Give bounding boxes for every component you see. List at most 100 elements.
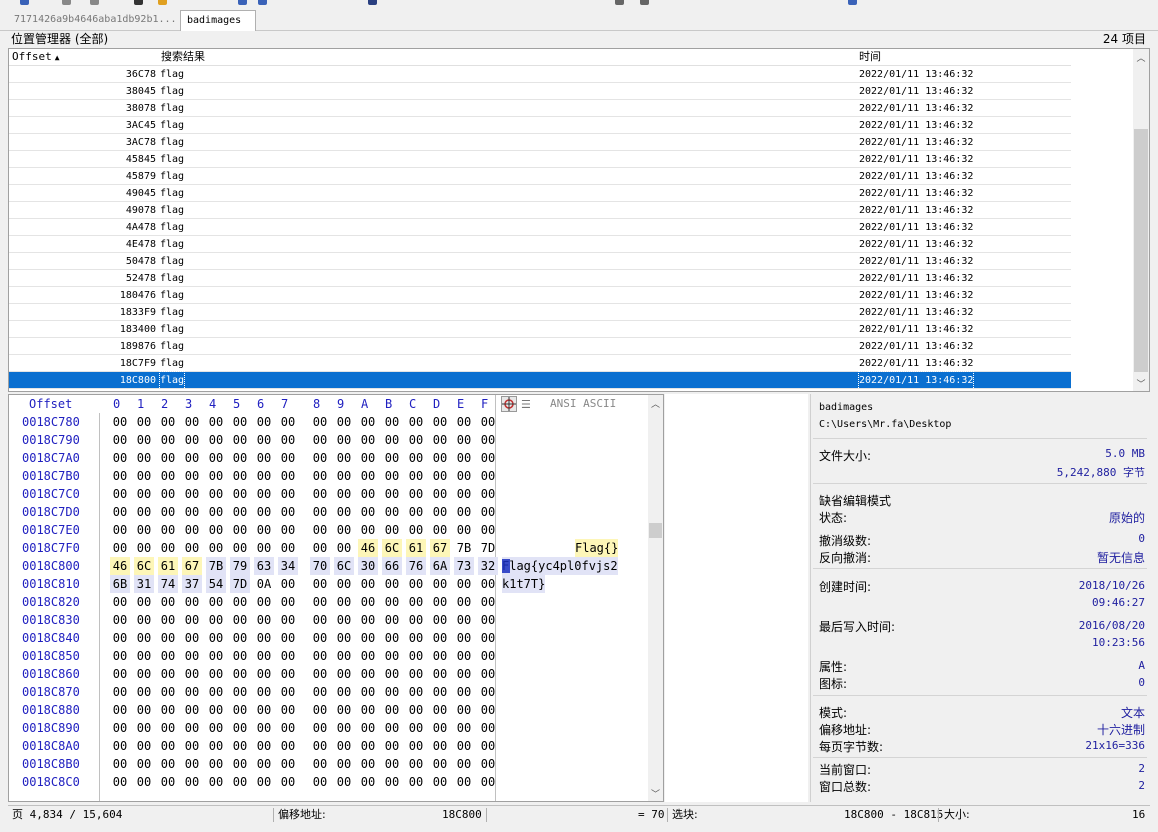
hex-byte[interactable]: 00	[230, 521, 250, 539]
hex-byte[interactable]: 00	[254, 485, 274, 503]
hex-byte[interactable]: 00	[406, 719, 426, 737]
hex-byte[interactable]: 00	[454, 701, 474, 719]
hex-byte[interactable]: 00	[358, 413, 378, 431]
hex-byte[interactable]: 30	[358, 557, 378, 575]
hex-byte[interactable]: 00	[334, 611, 354, 629]
hex-byte[interactable]: 00	[158, 773, 178, 791]
hex-byte[interactable]: 00	[406, 773, 426, 791]
hex-byte[interactable]: 00	[382, 485, 402, 503]
ascii-text[interactable]: Flag{}	[575, 539, 619, 557]
scrollbar-thumb[interactable]	[1134, 129, 1148, 372]
toolbar-icon[interactable]	[848, 0, 857, 5]
hex-byte[interactable]: 00	[278, 413, 298, 431]
hex-byte[interactable]: 00	[334, 629, 354, 647]
hex-byte[interactable]: 00	[254, 701, 274, 719]
hex-byte[interactable]: 00	[278, 647, 298, 665]
hex-byte[interactable]: 32	[478, 557, 498, 575]
hex-byte[interactable]: 00	[430, 449, 450, 467]
hex-byte[interactable]: 00	[134, 701, 154, 719]
toolbar-icon[interactable]	[62, 0, 71, 5]
hex-byte[interactable]: 00	[358, 737, 378, 755]
hex-byte[interactable]: 00	[358, 449, 378, 467]
hex-byte[interactable]: 00	[478, 647, 498, 665]
hex-byte[interactable]: 00	[206, 647, 226, 665]
hex-byte[interactable]: 00	[406, 449, 426, 467]
hex-byte[interactable]: 00	[254, 647, 274, 665]
hex-byte[interactable]: 00	[182, 521, 202, 539]
hex-byte[interactable]: 00	[158, 485, 178, 503]
hex-byte[interactable]: 00	[310, 413, 330, 431]
hex-byte[interactable]: 00	[206, 773, 226, 791]
hex-byte[interactable]: 00	[310, 593, 330, 611]
hex-byte[interactable]: 00	[158, 539, 178, 557]
hex-byte[interactable]: 00	[278, 665, 298, 683]
hex-byte[interactable]: 00	[334, 467, 354, 485]
hex-byte[interactable]: 00	[430, 485, 450, 503]
hex-byte[interactable]: 0A	[254, 575, 274, 593]
hex-byte[interactable]: 00	[430, 413, 450, 431]
hex-byte[interactable]: 00	[110, 467, 130, 485]
hex-byte[interactable]: 00	[310, 539, 330, 557]
hex-byte[interactable]: 00	[478, 431, 498, 449]
hex-byte[interactable]: 00	[310, 665, 330, 683]
hex-byte[interactable]: 00	[454, 719, 474, 737]
hex-byte[interactable]: 00	[254, 539, 274, 557]
hex-byte[interactable]: 00	[358, 503, 378, 521]
hex-byte[interactable]: 00	[158, 503, 178, 521]
hex-byte[interactable]: 00	[134, 485, 154, 503]
hex-byte[interactable]: 00	[406, 647, 426, 665]
hex-byte[interactable]: 00	[182, 611, 202, 629]
hex-byte[interactable]: 00	[478, 665, 498, 683]
hex-byte[interactable]: 00	[478, 521, 498, 539]
hex-byte[interactable]: 00	[110, 629, 130, 647]
hex-byte[interactable]: 6B	[110, 575, 130, 593]
hex-byte[interactable]: 00	[278, 719, 298, 737]
text-lines-icon[interactable]: ☰	[521, 398, 531, 411]
hex-byte[interactable]: 00	[358, 521, 378, 539]
hex-byte[interactable]: 00	[310, 521, 330, 539]
hex-byte[interactable]: 00	[134, 521, 154, 539]
hex-byte[interactable]: 6C	[334, 557, 354, 575]
hex-byte[interactable]: 00	[182, 773, 202, 791]
hex-scrollbar[interactable]: ︿ ﹀	[648, 395, 663, 801]
hex-byte[interactable]: 00	[358, 593, 378, 611]
hex-byte[interactable]: 63	[254, 557, 274, 575]
hex-byte[interactable]: 00	[278, 629, 298, 647]
hex-byte[interactable]: 00	[230, 485, 250, 503]
hex-byte[interactable]: 00	[478, 467, 498, 485]
hex-byte[interactable]: 00	[110, 665, 130, 683]
hex-byte[interactable]: 70	[310, 557, 330, 575]
scroll-down-icon[interactable]: ﹀	[1133, 377, 1149, 390]
hex-byte[interactable]: 00	[254, 449, 274, 467]
hex-byte[interactable]: 00	[230, 629, 250, 647]
table-row[interactable]: 18C7F9 flag 2022/01/11 13:46:32	[9, 355, 1071, 372]
hex-byte[interactable]: 00	[206, 737, 226, 755]
scroll-up-icon[interactable]: ︿	[1133, 51, 1149, 64]
hex-byte[interactable]: 00	[334, 755, 354, 773]
hex-byte[interactable]: 00	[334, 701, 354, 719]
table-row[interactable]: 49045 flag 2022/01/11 13:46:32	[9, 185, 1071, 202]
results-scrollbar[interactable]: ︿ ﹀	[1133, 49, 1149, 391]
hex-byte[interactable]: 00	[254, 593, 274, 611]
hex-byte[interactable]: 00	[454, 485, 474, 503]
hex-byte[interactable]: 00	[230, 737, 250, 755]
hex-byte[interactable]: 00	[310, 575, 330, 593]
hex-byte[interactable]: 00	[454, 413, 474, 431]
hex-byte[interactable]: 00	[158, 719, 178, 737]
hex-byte[interactable]: 00	[406, 611, 426, 629]
hex-byte[interactable]: 76	[406, 557, 426, 575]
hex-byte[interactable]: 00	[454, 611, 474, 629]
hex-byte[interactable]: 66	[382, 557, 402, 575]
hex-byte[interactable]: 7D	[230, 575, 250, 593]
hex-byte[interactable]: 00	[310, 431, 330, 449]
hex-byte[interactable]: 00	[358, 665, 378, 683]
hex-byte[interactable]: 00	[254, 719, 274, 737]
hex-byte[interactable]: 00	[110, 503, 130, 521]
hex-byte[interactable]: 00	[478, 701, 498, 719]
hex-byte[interactable]: 00	[230, 719, 250, 737]
hex-byte[interactable]: 00	[406, 683, 426, 701]
hex-byte[interactable]: 00	[382, 737, 402, 755]
hex-byte[interactable]: 00	[406, 521, 426, 539]
hex-byte[interactable]: 00	[430, 665, 450, 683]
hex-byte[interactable]: 00	[278, 431, 298, 449]
